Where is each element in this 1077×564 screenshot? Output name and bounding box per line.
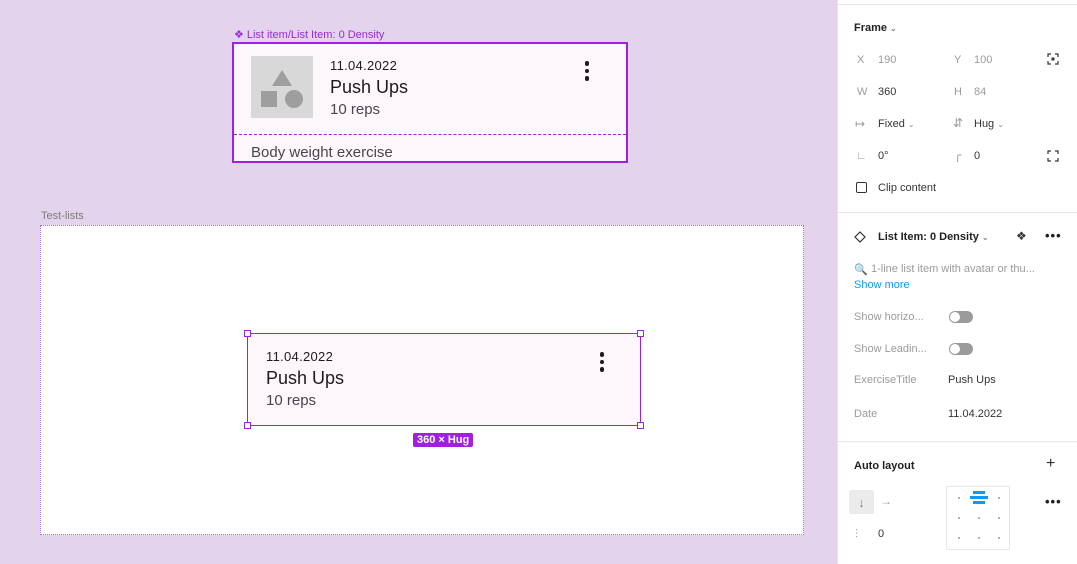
clip-content-checkbox[interactable] <box>856 182 867 193</box>
card-subtitle: Body weight exercise <box>251 144 393 161</box>
search-icon: 🔍 <box>854 264 868 276</box>
focus-frame-icon[interactable] <box>1047 53 1059 65</box>
go-to-component-icon[interactable]: ❖ <box>1016 229 1027 243</box>
more-vert-icon[interactable] <box>584 61 590 81</box>
resize-handle-bottom-right[interactable] <box>637 422 644 429</box>
card-date: 11.04.2022 <box>266 349 334 364</box>
instance-card[interactable]: 11.04.2022 Push Ups 10 reps <box>247 333 641 426</box>
vertical-resize-icon: ⇵ <box>953 116 964 130</box>
show-leading-toggle[interactable] <box>949 343 973 355</box>
frame-section-header[interactable]: Frame ⌄ <box>854 22 897 34</box>
add-icon[interactable]: + <box>1046 455 1055 473</box>
chevron-down-icon: ⌄ <box>890 24 897 33</box>
spacing-icon: ⫶ <box>855 527 859 541</box>
frame-name-label[interactable]: Test-lists <box>41 210 84 222</box>
size-badge: 360 × Hug <box>413 433 474 447</box>
instance-diamond-icon <box>854 231 866 243</box>
rotation-icon: ∟ <box>856 150 867 162</box>
clip-content-label: Clip content <box>878 182 937 194</box>
vertical-direction-button[interactable]: ↓ <box>849 490 874 514</box>
w-input[interactable]: 360 <box>878 86 896 98</box>
main-component-card[interactable]: 11.04.2022 Push Ups 10 reps Body weight … <box>232 42 628 163</box>
prop-label-exercise-title: ExerciseTitle <box>854 374 917 386</box>
exercise-title-input[interactable]: Push Ups <box>948 374 996 386</box>
component-name-select[interactable]: List Item: 0 Density ⌄ <box>878 231 989 243</box>
component-label[interactable]: ❖ List item/List Item: 0 Density <box>234 28 385 42</box>
resize-handle-top-left[interactable] <box>244 330 251 337</box>
prop-label-show-leading: Show Leadin... <box>854 343 927 355</box>
more-options-icon[interactable]: ••• <box>1045 228 1062 243</box>
date-input[interactable]: 11.04.2022 <box>948 408 1002 420</box>
component-description: 1-line list item with avatar or thu... <box>871 263 1035 275</box>
auto-layout-header: Auto layout <box>854 460 915 472</box>
alignment-grid[interactable] <box>946 486 1010 550</box>
corner-radius-icon: ╭ <box>954 148 962 162</box>
horizontal-direction-button[interactable]: → <box>880 494 892 508</box>
prop-label-date: Date <box>854 408 878 420</box>
resize-handle-bottom-left[interactable] <box>244 422 251 429</box>
show-more-link[interactable]: Show more <box>854 279 910 291</box>
more-vert-icon[interactable] <box>599 352 605 372</box>
resize-handle-top-right[interactable] <box>637 330 644 337</box>
card-reps: 10 reps <box>266 392 317 409</box>
image-placeholder-icon <box>251 56 313 118</box>
divider <box>234 134 626 135</box>
gap-input[interactable]: 0 <box>878 528 884 540</box>
design-canvas[interactable]: ❖ List item/List Item: 0 Density 11.04.2… <box>0 0 837 564</box>
card-title: Push Ups <box>330 77 409 97</box>
properties-panel: Frame ⌄ X 190 Y 100 W 360 H 84 ↦ Fixed ⌄ ⇵… <box>837 0 1077 564</box>
show-horizontal-toggle[interactable] <box>949 311 973 323</box>
x-label: X <box>857 54 865 66</box>
prop-label-show-horizontal: Show horizo... <box>854 311 924 323</box>
card-title: Push Ups <box>266 368 345 388</box>
card-reps: 10 reps <box>330 101 381 118</box>
h-input[interactable]: 84 <box>974 86 986 98</box>
height-mode-select[interactable]: Hug ⌄ <box>974 118 1004 130</box>
alignment-indicator <box>973 491 985 494</box>
arrow-down-icon: ↓ <box>858 494 865 510</box>
rotation-input[interactable]: 0° <box>878 150 889 162</box>
component-label-text: List item/List Item: 0 Density <box>246 28 385 41</box>
w-label: W <box>857 86 868 98</box>
y-label: Y <box>954 54 962 66</box>
card-date: 11.04.2022 <box>330 58 398 73</box>
x-input[interactable]: 190 <box>878 54 896 66</box>
component-icon: ❖ <box>234 29 244 41</box>
y-input[interactable]: 100 <box>974 54 992 66</box>
h-label: H <box>954 86 962 98</box>
radius-input[interactable]: 0 <box>974 150 980 162</box>
width-mode-select[interactable]: Fixed ⌄ <box>878 118 915 130</box>
horizontal-resize-icon: ↦ <box>855 117 866 131</box>
independent-corners-icon[interactable] <box>1047 150 1059 162</box>
auto-layout-more-icon[interactable]: ••• <box>1045 494 1062 509</box>
